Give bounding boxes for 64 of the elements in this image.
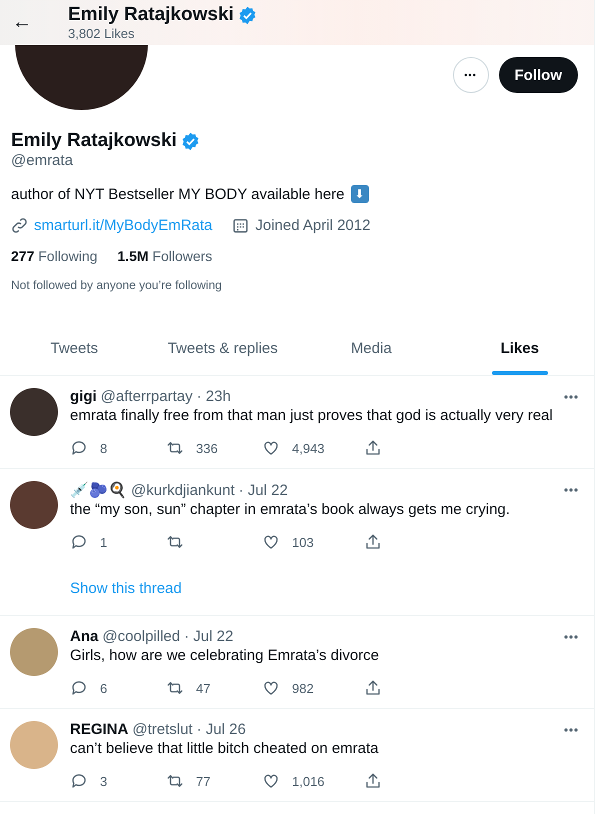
reply-count: 1 bbox=[100, 534, 108, 550]
like-count: 982 bbox=[292, 680, 314, 696]
tweet-time: · 23h bbox=[196, 388, 231, 405]
joined-date: Joined April 2012 bbox=[255, 217, 370, 234]
share-icon[interactable] bbox=[364, 439, 382, 457]
tweet-time: · Jul 22 bbox=[238, 482, 288, 498]
calendar-icon bbox=[232, 217, 250, 234]
user-avatar[interactable] bbox=[10, 388, 58, 436]
retweet-icon[interactable] bbox=[166, 772, 184, 790]
retweet-count: 336 bbox=[196, 440, 218, 456]
reply-count: 8 bbox=[100, 440, 108, 456]
heart-icon[interactable] bbox=[262, 439, 280, 457]
tweet-time: · Jul 22 bbox=[184, 628, 234, 645]
follow-button[interactable]: Follow bbox=[498, 57, 578, 93]
retweet-icon[interactable] bbox=[166, 533, 184, 551]
down-arrow-emoji: ⬇ bbox=[350, 185, 369, 203]
tweet-time: · Jul 26 bbox=[196, 721, 246, 738]
header-name: Emily Ratajkowski bbox=[68, 4, 234, 26]
tweet-text: emrata finally free from that man just proves that god is actually very real bbox=[70, 407, 554, 424]
like-count: 103 bbox=[292, 534, 314, 550]
more-button[interactable]: ••• bbox=[452, 57, 488, 93]
tweet-author[interactable]: 💉🫐🍳 bbox=[70, 481, 127, 499]
tweet-text: Girls, how are we celebrating Emrata’s divorce bbox=[70, 647, 380, 664]
more-icon[interactable] bbox=[564, 728, 578, 732]
tweet-text: can’t believe that little bitch cheated on emrata bbox=[70, 740, 380, 757]
tweet-handle[interactable]: @afterrpartay bbox=[100, 388, 193, 405]
profile-bio: author of NYT Bestseller MY BODY available here bbox=[11, 186, 345, 202]
profile-handle: @emrata bbox=[11, 152, 74, 169]
share-icon[interactable] bbox=[364, 772, 382, 790]
reply-icon[interactable] bbox=[70, 439, 88, 457]
heart-icon[interactable] bbox=[262, 772, 280, 790]
likes-count: 3,802 Likes bbox=[68, 26, 136, 41]
like-count: 4,943 bbox=[292, 440, 325, 456]
tweet-handle[interactable]: @coolpilled bbox=[102, 628, 180, 645]
tweet-author[interactable]: Ana bbox=[70, 628, 98, 645]
tweet-handle[interactable]: @kurkdjiankunt bbox=[131, 482, 235, 498]
link-icon bbox=[11, 217, 28, 234]
retweet-icon[interactable] bbox=[166, 679, 184, 697]
heart-icon[interactable] bbox=[262, 679, 280, 697]
tweet-handle[interactable]: @tretslut bbox=[132, 721, 193, 738]
following-stat[interactable]: 277 Following bbox=[11, 248, 98, 264]
share-icon[interactable] bbox=[364, 533, 382, 551]
back-button[interactable]: ← bbox=[0, 11, 54, 34]
tweet-author[interactable]: REGINA bbox=[70, 721, 128, 738]
reply-icon[interactable] bbox=[70, 679, 88, 697]
more-icon[interactable] bbox=[564, 394, 578, 398]
more-icon[interactable] bbox=[564, 634, 578, 638]
reply-icon[interactable] bbox=[70, 533, 88, 551]
user-avatar[interactable] bbox=[10, 481, 58, 529]
share-icon[interactable] bbox=[364, 679, 382, 697]
followers-stat[interactable]: 1.5M Followers bbox=[117, 248, 212, 264]
reply-icon[interactable] bbox=[70, 772, 88, 790]
like-count: 1,016 bbox=[292, 774, 325, 788]
reply-count: 6 bbox=[100, 680, 108, 696]
retweet-count: 77 bbox=[196, 774, 210, 788]
heart-icon[interactable] bbox=[262, 533, 280, 551]
retweet-count: 47 bbox=[196, 680, 210, 696]
followed-by-note: Not followed by anyone you’re following bbox=[11, 278, 222, 292]
profile-name: Emily Ratajkowski bbox=[11, 130, 177, 152]
tweet-author[interactable]: gigi bbox=[70, 388, 97, 405]
tweet-text: the “my son, sun” chapter in emrata’s book always gets me crying. bbox=[70, 501, 511, 518]
reply-count: 3 bbox=[100, 774, 108, 788]
retweet-icon[interactable] bbox=[166, 439, 184, 457]
more-icon[interactable] bbox=[564, 488, 578, 492]
